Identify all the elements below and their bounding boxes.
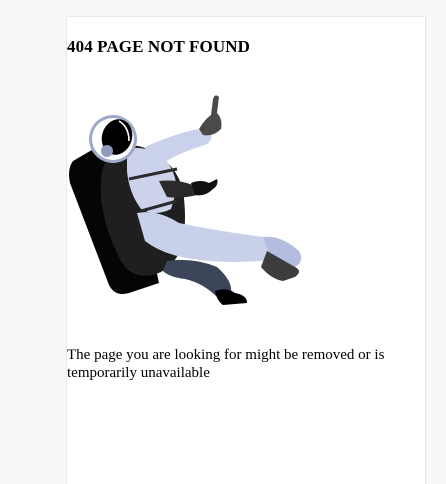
error-message: The page you are looking for might be re… bbox=[67, 347, 385, 381]
astronaut-raised-arm bbox=[145, 129, 212, 166]
astronaut-lower-glove bbox=[191, 179, 218, 196]
astronaut-illustration bbox=[69, 95, 302, 305]
astronaut-raised-glove bbox=[199, 95, 222, 136]
error-page: 404 PAGE NOT FOUND The page you are look… bbox=[66, 16, 426, 484]
astronaut-boot-left bbox=[215, 289, 247, 305]
error-title: 404 PAGE NOT FOUND bbox=[67, 37, 250, 56]
astronaut-ear-piece bbox=[101, 145, 113, 157]
